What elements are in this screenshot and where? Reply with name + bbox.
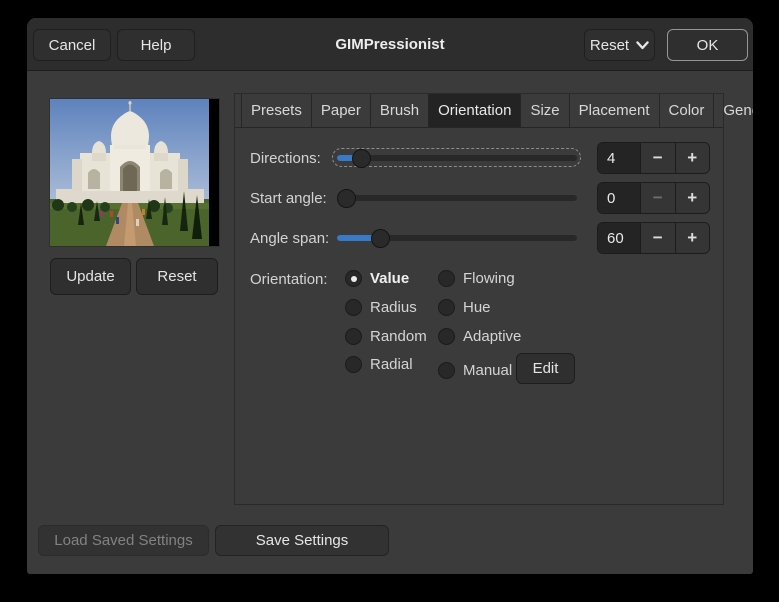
radio-circle[interactable]: [438, 270, 455, 287]
load-saved-settings-button[interactable]: Load Saved Settings: [38, 525, 209, 556]
gimpressionist-dialog: Cancel Help GIMPressionist Reset OK Upda…: [27, 18, 753, 574]
screen: Cancel Help GIMPressionist Reset OK Upda…: [0, 0, 779, 602]
tab-color[interactable]: Color: [660, 94, 715, 127]
reset-menu-button[interactable]: Reset: [584, 29, 655, 61]
radio-flowing-label: Flowing: [463, 270, 515, 287]
radio-manual-label: Manual: [463, 362, 513, 379]
taj-mahal-preview-image: [50, 99, 209, 246]
radio-circle[interactable]: [345, 270, 362, 287]
start-angle-minus-button[interactable]: −: [640, 183, 675, 213]
preview-reset-button[interactable]: Reset: [136, 258, 218, 295]
radio-random[interactable]: Random: [345, 328, 427, 345]
angle-span-label: Angle span:: [250, 230, 330, 247]
radio-circle[interactable]: [438, 328, 455, 345]
start-angle-label: Start angle:: [250, 190, 327, 207]
radio-radius[interactable]: Radius: [345, 299, 417, 316]
slider-track[interactable]: [337, 155, 577, 161]
start-angle-slider[interactable]: [337, 188, 577, 208]
reset-menu-label: Reset: [589, 36, 630, 54]
radio-hue[interactable]: Hue: [438, 299, 491, 316]
directions-plus-button[interactable]: +: [674, 143, 709, 173]
tab-paper[interactable]: Paper: [312, 94, 371, 127]
slider-thumb[interactable]: [337, 188, 356, 208]
tab-placement[interactable]: Placement: [570, 94, 660, 127]
angle-span-spinbutton: − +: [597, 222, 710, 254]
radio-circle[interactable]: [345, 299, 362, 316]
directions-input[interactable]: [598, 143, 640, 173]
radio-circle[interactable]: [345, 328, 362, 345]
preview-frame: [49, 98, 220, 247]
titlebar[interactable]: Cancel Help GIMPressionist Reset OK: [27, 18, 753, 71]
radio-manual[interactable]: Manual: [438, 362, 512, 379]
radio-adaptive[interactable]: Adaptive: [438, 328, 521, 345]
edit-button[interactable]: Edit: [516, 353, 575, 384]
directions-label: Directions:: [250, 150, 321, 167]
radio-radial[interactable]: Radial: [345, 356, 413, 373]
ok-button[interactable]: OK: [667, 29, 748, 61]
start-angle-plus-button[interactable]: +: [674, 183, 709, 213]
directions-spinbutton: − +: [597, 142, 710, 174]
radio-random-label: Random: [370, 328, 427, 345]
tab-general[interactable]: General: [714, 94, 753, 127]
radio-value-label: Value: [370, 270, 410, 287]
cancel-button[interactable]: Cancel: [33, 29, 111, 61]
radio-circle[interactable]: [438, 362, 455, 379]
slider-thumb[interactable]: [370, 228, 390, 248]
tab-strip: Presets Paper Brush Orientation Size Pla…: [235, 94, 753, 128]
update-button[interactable]: Update: [50, 258, 131, 295]
slider-thumb[interactable]: [351, 148, 371, 168]
angle-span-minus-button[interactable]: −: [640, 223, 675, 253]
slider-track[interactable]: [337, 195, 577, 201]
radio-flowing[interactable]: Flowing: [438, 270, 515, 287]
save-settings-button[interactable]: Save Settings: [215, 525, 389, 556]
radio-circle[interactable]: [438, 299, 455, 316]
tab-presets[interactable]: Presets: [241, 94, 312, 127]
angle-span-plus-button[interactable]: +: [674, 223, 709, 253]
radio-circle[interactable]: [345, 356, 362, 373]
help-button[interactable]: Help: [117, 29, 195, 61]
radio-value[interactable]: Value: [345, 270, 409, 287]
radio-hue-label: Hue: [463, 299, 491, 316]
radio-radial-label: Radial: [370, 356, 413, 373]
tab-size[interactable]: Size: [521, 94, 570, 127]
chevron-down-icon: [636, 40, 649, 49]
start-angle-input[interactable]: [598, 183, 640, 213]
directions-minus-button[interactable]: −: [640, 143, 675, 173]
tab-brush[interactable]: Brush: [371, 94, 430, 127]
directions-slider[interactable]: [332, 148, 581, 168]
radio-radius-label: Radius: [370, 299, 417, 316]
tab-orientation[interactable]: Orientation: [429, 94, 522, 127]
radio-adaptive-label: Adaptive: [463, 328, 522, 345]
angle-span-slider[interactable]: [337, 228, 577, 248]
start-angle-spinbutton: − +: [597, 182, 710, 214]
orientation-label: Orientation:: [250, 271, 328, 288]
angle-span-input[interactable]: [598, 223, 640, 253]
